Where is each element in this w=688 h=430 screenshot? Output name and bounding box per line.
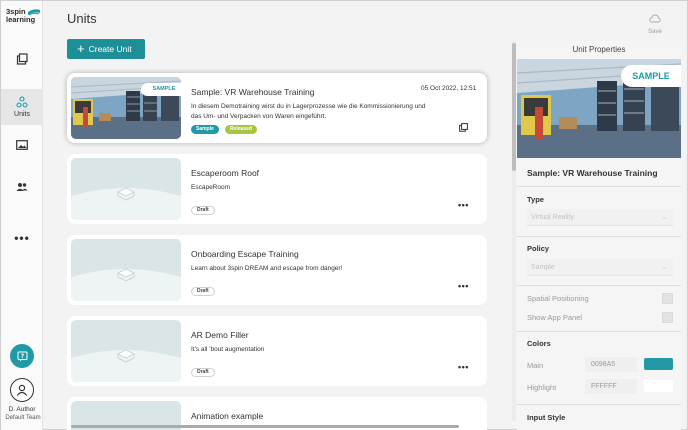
avatar-icon: [16, 384, 28, 396]
placeholder-image: [71, 187, 181, 220]
nav-media[interactable]: [1, 127, 43, 163]
save-button[interactable]: Save: [645, 10, 665, 35]
vertical-scrollbar[interactable]: [512, 41, 516, 421]
users-icon: [16, 183, 28, 191]
library-icon: [16, 53, 28, 65]
help-button[interactable]: ?: [10, 344, 34, 368]
vertical-scrollbar-thumb[interactable]: [512, 43, 516, 171]
placeholder-image: [71, 349, 181, 382]
cloud-icon: [649, 14, 661, 23]
unit-title: Onboarding Escape Training: [191, 249, 299, 259]
sidebar: 3spin learning Units ••• ? D. Author Def…: [1, 1, 43, 430]
panel-unit-name: Sample: VR Warehouse Training: [527, 168, 658, 178]
app-window: 3spin learning Units ••• ? D. Author Def…: [0, 0, 688, 430]
unit-title: Escaperoom Roof: [191, 168, 260, 178]
divider: [517, 285, 681, 286]
unit-thumbnail-placeholder: [71, 320, 181, 382]
unit-card-ar-demo[interactable]: AR Demo Filler It's all 'bout augmentati…: [67, 316, 487, 386]
help-icon: ?: [17, 351, 27, 361]
team-name: Default Team: [5, 415, 41, 421]
divider: [517, 404, 681, 405]
unit-description: In diesem Demotraining wirst du in Lager…: [191, 103, 426, 120]
unit-date: 05 Oct 2022, 12:51: [421, 85, 477, 92]
divider: [517, 236, 681, 237]
main-color-input[interactable]: 0098A5: [585, 357, 637, 372]
more-icon: •••: [14, 231, 30, 245]
sample-tag: SAMPLE: [141, 83, 181, 96]
svg-text:?: ?: [20, 353, 24, 360]
more-options-icon[interactable]: •••: [458, 362, 469, 372]
badge-draft: Draft: [191, 287, 215, 296]
unit-title: Sample: VR Warehouse Training: [191, 87, 315, 97]
policy-select[interactable]: Sample ⌄: [527, 259, 673, 276]
chevron-down-icon: ⌄: [661, 264, 667, 271]
unit-thumbnail-placeholder: [71, 239, 181, 301]
unit-card-warehouse[interactable]: SAMPLE Sample: VR Warehouse Training In …: [67, 73, 487, 143]
more-options-icon[interactable]: •••: [458, 281, 469, 291]
unit-description: It's all 'bout augmentation: [191, 346, 265, 353]
plus-icon: +: [77, 41, 85, 56]
image-icon: [16, 140, 28, 150]
main-color-swatch[interactable]: [644, 358, 673, 370]
logo: 3spin learning: [6, 8, 40, 26]
molecule-icon: [16, 96, 28, 108]
highlight-color-swatch[interactable]: [644, 380, 673, 392]
logo-mark-icon: [28, 9, 40, 16]
spatial-positioning-label: Spatial Positioning: [527, 294, 589, 303]
unit-description: EscapeRoom: [191, 184, 231, 191]
unit-card-onboarding[interactable]: Onboarding Escape Training Learn about 3…: [67, 235, 487, 305]
unit-preview-image: SAMPLE: [517, 59, 681, 158]
highlight-color-label: Highlight: [527, 383, 557, 392]
unit-title: AR Demo Filler: [191, 330, 249, 340]
main-color-label: Main: [527, 361, 544, 370]
panel-title: Unit Properties: [572, 45, 626, 54]
type-select[interactable]: Virtual Reality ⌄: [527, 209, 673, 226]
unit-title: Animation example: [191, 411, 264, 421]
page-title: Units: [67, 11, 97, 26]
input-style-label: Input Style: [527, 413, 566, 422]
badge-draft: Draft: [191, 368, 215, 377]
colors-label: Colors: [527, 339, 551, 348]
highlight-color-input[interactable]: FFFFFF: [585, 379, 637, 394]
show-app-panel-label: Show App Panel: [527, 313, 583, 322]
badge-draft: Draft: [191, 206, 215, 215]
horizontal-scrollbar-thumb[interactable]: [71, 425, 459, 428]
save-label: Save: [648, 29, 662, 35]
nav-users[interactable]: [1, 169, 43, 205]
nav-more[interactable]: •••: [1, 220, 43, 256]
divider: [517, 186, 681, 187]
panel-sample-tag: SAMPLE: [621, 65, 681, 87]
policy-value: Sample: [531, 264, 555, 271]
more-options-icon[interactable]: •••: [458, 200, 469, 210]
badge-released: Released: [225, 125, 257, 134]
type-value: Virtual Reality: [531, 214, 575, 221]
avatar[interactable]: [10, 378, 34, 402]
placeholder-image: [71, 268, 181, 301]
copy-icon[interactable]: [459, 123, 468, 132]
unit-card-escaperoom-roof[interactable]: Escaperoom Roof EscapeRoom Draft •••: [67, 154, 487, 224]
nav-units[interactable]: Units: [1, 89, 43, 125]
unit-properties-panel: Unit Properties SAMPLE Sample: VR Wareho: [517, 41, 681, 430]
divider: [517, 331, 681, 332]
unit-thumbnail-placeholder: [71, 158, 181, 220]
show-app-panel-checkbox[interactable]: [662, 312, 673, 323]
create-unit-button[interactable]: + Create Unit: [67, 39, 145, 59]
create-unit-label: Create Unit: [88, 44, 132, 54]
nav-units-label: Units: [14, 111, 30, 118]
user-name: D. Author: [8, 406, 36, 413]
unit-thumbnail: SAMPLE: [71, 77, 181, 139]
horizontal-scrollbar[interactable]: [45, 425, 515, 429]
unit-description: Learn about 3spin DREAM and escape from …: [191, 265, 343, 272]
spatial-positioning-checkbox[interactable]: [662, 293, 673, 304]
chevron-down-icon: ⌄: [661, 214, 667, 221]
badge-sample: Sample: [191, 125, 219, 134]
nav-library[interactable]: [1, 41, 43, 77]
policy-label: Policy: [527, 244, 550, 253]
type-label: Type: [527, 195, 544, 204]
